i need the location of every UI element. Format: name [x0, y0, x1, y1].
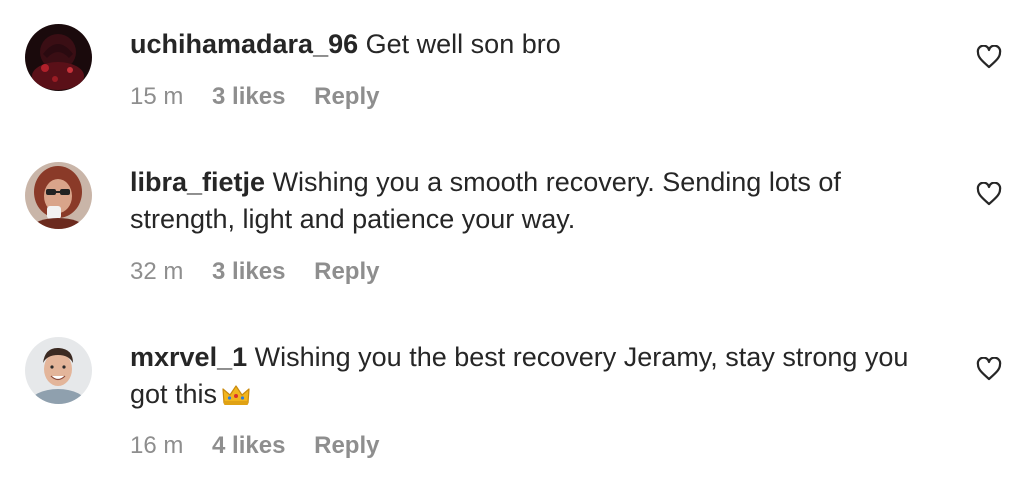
comment-text: uchihamadara_96 Get well son bro — [130, 26, 950, 63]
comment-timestamp: 32 m — [130, 258, 184, 285]
reply-button[interactable]: Reply — [314, 432, 379, 459]
smiling-man-avatar-icon — [25, 337, 92, 404]
comment-body: Get well son bro — [365, 29, 561, 59]
comment-timestamp: 16 m — [130, 432, 184, 459]
reply-button[interactable]: Reply — [314, 83, 379, 110]
comment-username[interactable]: uchihamadara_96 — [130, 29, 358, 59]
like-heart-icon[interactable] — [976, 357, 1002, 381]
avatar[interactable] — [25, 162, 92, 229]
comment-meta: 32 m 3 likes Reply — [130, 258, 401, 286]
woman-with-cup-avatar-icon — [25, 162, 92, 229]
comment-text: libra_fietje Wishing you a smooth recove… — [130, 164, 950, 238]
dark-red-avatar-icon — [25, 24, 92, 91]
like-heart-icon[interactable] — [976, 45, 1002, 69]
reply-button[interactable]: Reply — [314, 258, 379, 285]
comment-likes[interactable]: 3 likes — [212, 83, 285, 110]
comment-username[interactable]: mxrvel_1 — [130, 342, 247, 372]
avatar[interactable] — [25, 24, 92, 91]
comment-likes[interactable]: 3 likes — [212, 258, 285, 285]
avatar[interactable] — [25, 337, 92, 404]
comment-username[interactable]: libra_fietje — [130, 167, 265, 197]
crown-icon — [221, 380, 251, 417]
comment-likes[interactable]: 4 likes — [212, 432, 285, 459]
comment-timestamp: 15 m — [130, 83, 184, 110]
comment-meta: 15 m 3 likes Reply — [130, 83, 401, 111]
like-heart-icon[interactable] — [976, 182, 1002, 206]
comment-meta: 16 m 4 likes Reply — [130, 432, 401, 460]
comment-text: mxrvel_1 Wishing you the best recovery J… — [130, 339, 950, 417]
